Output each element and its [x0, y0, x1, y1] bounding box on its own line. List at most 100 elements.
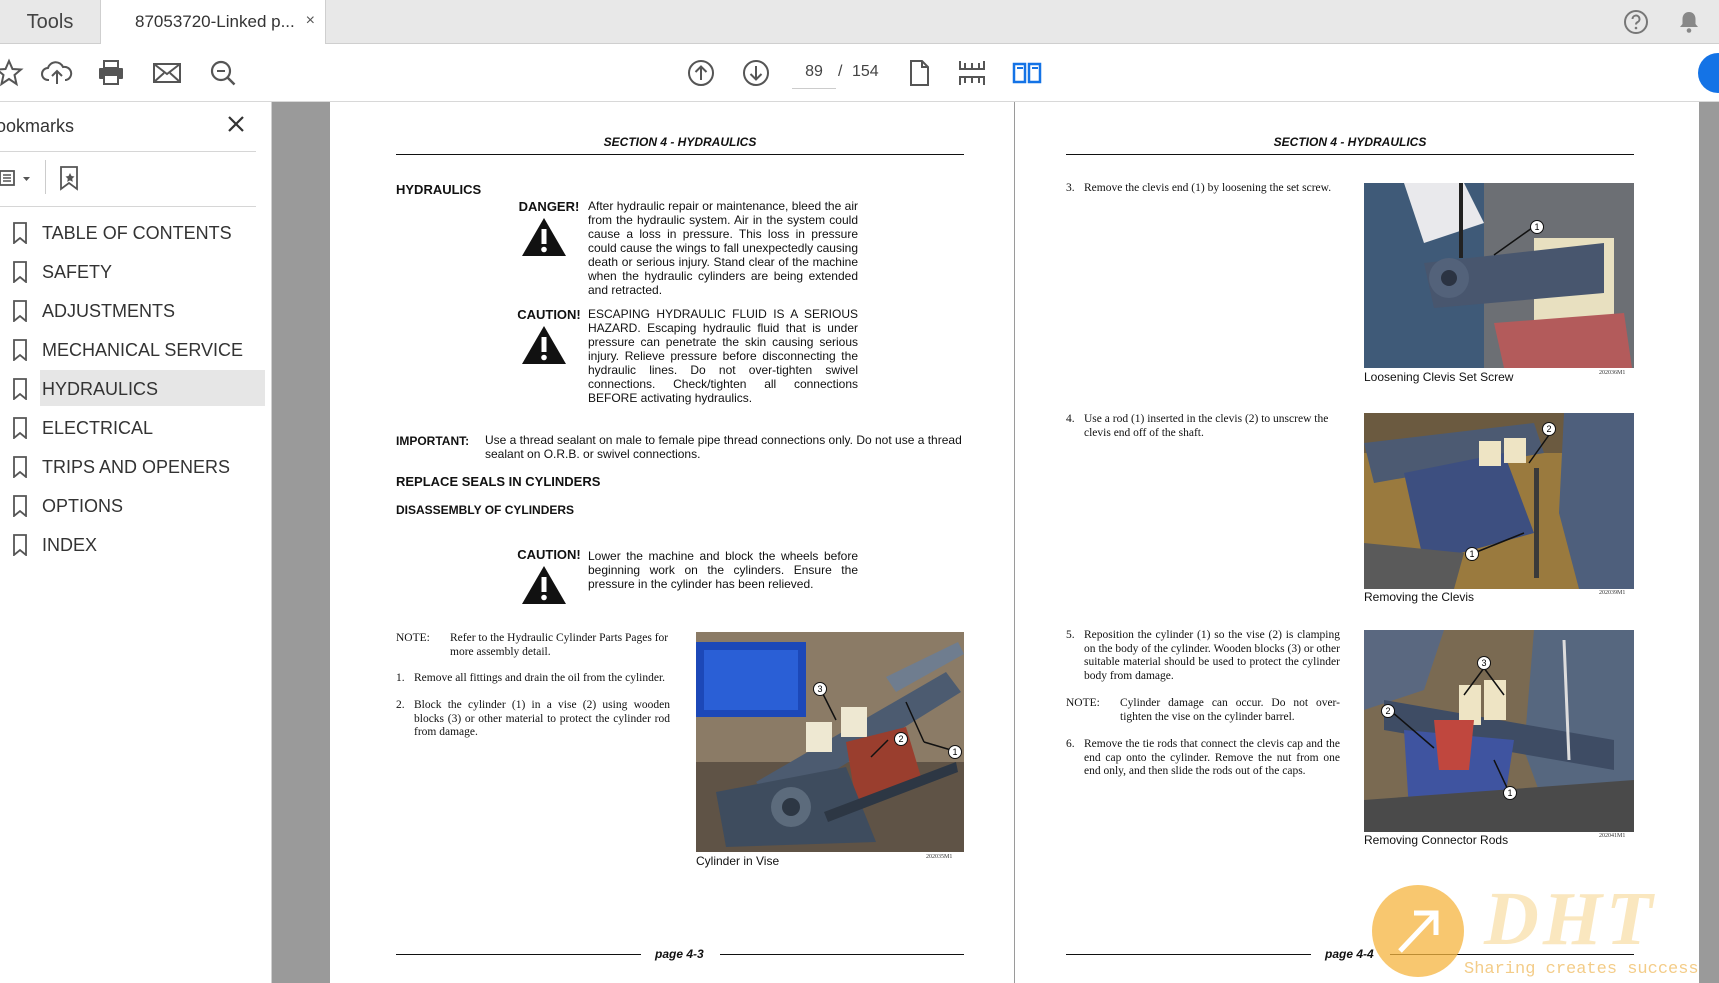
- page-total: 154: [852, 63, 879, 80]
- header-rule: [396, 154, 964, 155]
- email-icon[interactable]: [150, 56, 184, 90]
- photo-caption: Removing the Clevis: [1364, 590, 1475, 604]
- pdf-page-right: SECTION 4 - HYDRAULICS 3. Remove the cle…: [1015, 102, 1699, 983]
- photo-caption: Cylinder in Vise: [696, 854, 780, 868]
- bookmark-list: TABLE OF CONTENTS SAFETY ADJUSTMENTS MEC…: [0, 214, 272, 565]
- bookmark-icon: [13, 261, 27, 283]
- photo-code: 202036M1: [1599, 370, 1626, 376]
- pdf-page-left: SECTION 4 - HYDRAULICS HYDRAULICS DANGER…: [330, 102, 1014, 983]
- upload-cloud-icon[interactable]: [40, 56, 74, 90]
- caution-label: CAUTION!: [517, 547, 581, 562]
- callout-badge: 3: [1477, 656, 1491, 670]
- note-label: NOTE:: [1066, 697, 1100, 709]
- divider: [0, 206, 256, 207]
- bookmark-label: TRIPS AND OPENERS: [42, 457, 231, 477]
- photo-code: 202041M1: [1599, 833, 1626, 839]
- caution-text: ESCAPING HYDRAULIC FLUID IS A SERIOUS HA…: [588, 307, 858, 405]
- single-page-view-icon[interactable]: [902, 56, 936, 90]
- account-avatar[interactable]: [1698, 53, 1719, 93]
- bookmark-item-hydraulics[interactable]: HYDRAULICS: [0, 370, 272, 409]
- tab-tools[interactable]: Tools: [0, 0, 100, 44]
- subheading: DISASSEMBLY OF CYLINDERS: [396, 503, 575, 517]
- bookmark-item-trips-and-openers[interactable]: TRIPS AND OPENERS: [0, 448, 272, 487]
- important-label: IMPORTANT:: [396, 434, 470, 448]
- next-page-icon[interactable]: [739, 56, 773, 90]
- bookmark-icon: [13, 222, 27, 244]
- zoom-search-icon[interactable]: [206, 56, 240, 90]
- tab-close-button[interactable]: ×: [306, 12, 315, 30]
- toolbar: 89 / 154: [0, 44, 1719, 102]
- photo-code: 202035M1: [926, 854, 953, 860]
- bookmark-item-electrical[interactable]: ELECTRICAL: [0, 409, 272, 448]
- close-icon[interactable]: [224, 112, 248, 136]
- bookmark-label: ELECTRICAL: [42, 418, 154, 438]
- step-text: Remove the tie rods that connect the cle…: [1084, 738, 1340, 777]
- tab-bar: Tools 87053720-Linked p... ×: [0, 0, 1719, 44]
- bookmark-options-icon[interactable]: [0, 168, 34, 188]
- callout-lines: [1473, 434, 1550, 554]
- tab-document[interactable]: 87053720-Linked p... ×: [100, 0, 326, 44]
- bookmark-item-mechanical-service[interactable]: MECHANICAL SERVICE: [0, 331, 272, 370]
- note-label: NOTE:: [396, 632, 430, 644]
- note-text: Cylinder damage can occur. Do not over-t…: [1120, 697, 1340, 723]
- step-number: 5.: [1066, 629, 1075, 641]
- two-page-view-icon[interactable]: [1010, 56, 1044, 90]
- bookmark-label: ADJUSTMENTS: [42, 301, 176, 321]
- bookmark-label: INDEX: [42, 535, 98, 555]
- step-number: 1.: [396, 672, 405, 684]
- bookmark-item-table-of-contents[interactable]: TABLE OF CONTENTS: [0, 214, 272, 253]
- step-number: 2.: [396, 699, 405, 711]
- bookmark-label: TABLE OF CONTENTS: [42, 223, 232, 243]
- page-separator: /: [838, 63, 843, 80]
- callout-lines: [1391, 667, 1510, 793]
- photo-removing-connector-rods: 3 2 1: [1364, 630, 1634, 832]
- page-footer: page 4-3: [655, 947, 704, 961]
- step-number: 3.: [1066, 182, 1075, 194]
- bookmark-tools: [0, 160, 100, 194]
- document-viewport: SECTION 4 - HYDRAULICS HYDRAULICS DANGER…: [272, 102, 1719, 983]
- watermark-slogan: Sharing creates success: [1464, 960, 1699, 979]
- danger-text: After hydraulic repair or maintenance, b…: [588, 199, 858, 297]
- previous-page-icon[interactable]: [684, 56, 718, 90]
- bookmark-item-index[interactable]: INDEX: [0, 526, 272, 565]
- bookmark-item-safety[interactable]: SAFETY: [0, 253, 272, 292]
- callout-badge: 2: [1542, 422, 1556, 436]
- callout-badge: 1: [1465, 547, 1479, 561]
- section-header: SECTION 4 - HYDRAULICS: [1273, 135, 1427, 149]
- page-number-input[interactable]: 89: [792, 55, 836, 89]
- print-icon[interactable]: [94, 56, 128, 90]
- footer-rule: [720, 954, 964, 955]
- step-text: Reposition the cylinder (1) so the vise …: [1084, 629, 1340, 682]
- bookmark-icon: [13, 534, 27, 556]
- step-text: Remove the clevis end (1) by loosening t…: [1084, 182, 1332, 194]
- help-icon[interactable]: [1622, 8, 1650, 36]
- add-bookmark-icon[interactable]: [58, 165, 82, 191]
- photo-caption: Removing Connector Rods: [1364, 833, 1509, 847]
- callout-badge: 3: [813, 682, 827, 696]
- step-number: 6.: [1066, 738, 1075, 750]
- footer-rule: [1066, 954, 1311, 955]
- divider: [45, 160, 46, 194]
- section-header: SECTION 4 - HYDRAULICS: [603, 135, 757, 149]
- photo-loosening-clevis-set-screw: 1: [1364, 183, 1634, 368]
- divider: [0, 151, 256, 152]
- callout-lines: [820, 689, 952, 758]
- callout-lines: [1493, 227, 1533, 256]
- step-text: Use a rod (1) inserted in the clevis (2)…: [1084, 413, 1329, 439]
- star-bookmark-icon[interactable]: [0, 56, 26, 90]
- bookmark-label: HYDRAULICS: [42, 379, 159, 399]
- bookmark-icon: [13, 378, 27, 400]
- notification-bell-icon[interactable]: [1675, 8, 1703, 36]
- bookmark-icon: [13, 456, 27, 478]
- bookmarks-panel: ookmarks TABLE OF CONTENTS SAFETY ADJUST…: [0, 102, 272, 983]
- caution-label: CAUTION!: [517, 307, 581, 322]
- header-rule: [1066, 154, 1634, 155]
- callout-badge: 2: [894, 732, 908, 746]
- callout-badge: 1: [948, 745, 962, 759]
- bookmark-item-adjustments[interactable]: ADJUSTMENTS: [0, 292, 272, 331]
- bookmarks-title: ookmarks: [0, 116, 75, 136]
- watermark-text: DHT: [1484, 877, 1657, 961]
- fit-width-icon[interactable]: [955, 56, 989, 90]
- photo-removing-the-clevis: 2 1: [1364, 413, 1634, 589]
- bookmark-item-options[interactable]: OPTIONS: [0, 487, 272, 526]
